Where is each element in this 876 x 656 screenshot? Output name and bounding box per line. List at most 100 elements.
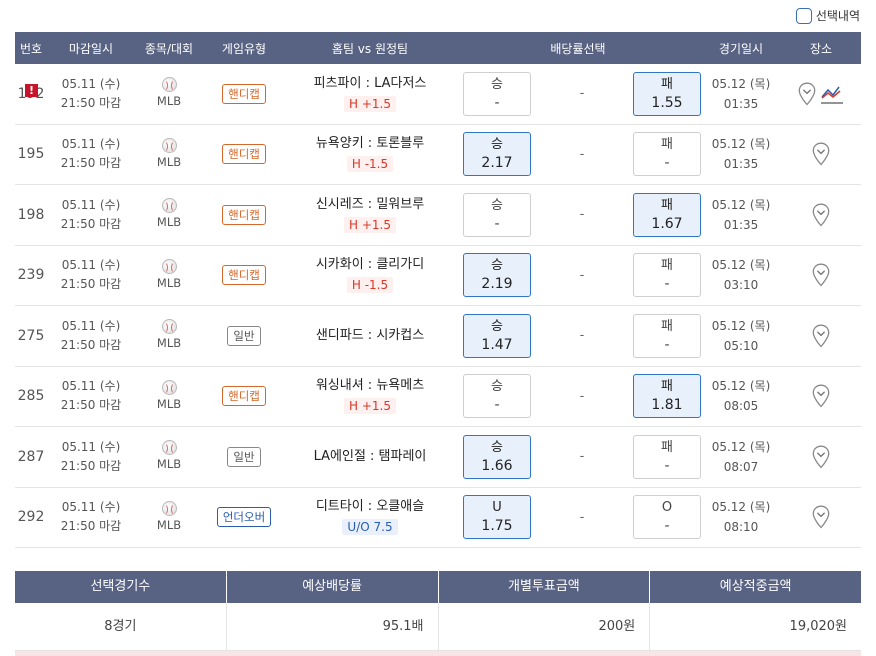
odds-away-button[interactable]: 패 - — [633, 313, 701, 358]
odds-away-button[interactable]: 패 1.55 — [633, 71, 701, 116]
odds-away-button[interactable]: 패 - — [633, 253, 701, 298]
close-date: 05.11 (수) — [61, 500, 121, 515]
odds-home-button[interactable]: U 1.75 — [463, 495, 531, 540]
close-time: 21:50 마감 — [60, 519, 122, 534]
close-time-cell: 05.11 (수) 21:50 마감 — [47, 317, 135, 355]
odds-home-button[interactable]: 승 - — [463, 192, 531, 237]
game-number-cell: 285 — [15, 388, 47, 404]
odds-away-value: - — [664, 276, 670, 293]
odds-away-value: 1.67 — [651, 215, 683, 232]
table-row: 285 05.11 (수) 21:50 마감 MLB 핸디캡 워싱내셔 : 뉴욕… — [15, 367, 861, 427]
league-label: MLB — [156, 336, 182, 351]
odds-home-value: - — [494, 94, 500, 111]
odds-cell: 승 - - 패 1.67 — [455, 192, 701, 237]
odds-away-button[interactable]: 패 1.81 — [633, 374, 701, 419]
odds-away-button[interactable]: O - — [633, 495, 701, 540]
odds-draw: - — [579, 146, 585, 162]
odds-away-button[interactable]: 패 1.67 — [633, 192, 701, 237]
close-time: 21:50 마감 — [60, 398, 122, 413]
odds-away-value: 1.55 — [651, 94, 683, 111]
place-cell — [781, 82, 861, 106]
table-row: 287 05.11 (수) 21:50 마감 MLB 일반 LA에인절 : 탬파… — [15, 427, 861, 488]
odds-away-label: O — [661, 500, 673, 516]
game-type-badge: 핸디캡 — [222, 265, 266, 286]
close-time: 21:50 마감 — [60, 216, 122, 231]
odds-home-button[interactable]: 승 1.66 — [463, 434, 531, 479]
odds-home-value: 2.19 — [481, 276, 513, 293]
header-odds: 배당률선택 — [550, 41, 606, 56]
map-pin-icon[interactable] — [812, 384, 830, 408]
map-pin-icon[interactable] — [812, 445, 830, 469]
odds-away-label: 패 — [661, 318, 673, 334]
match-teams: 신시레즈 : 밀워브루 — [315, 196, 425, 212]
game-number: 275 — [17, 327, 45, 344]
summary-odds: 95.1배 — [227, 603, 439, 650]
game-time: 08:10 — [723, 520, 759, 535]
odds-cell: 승 1.66 - 패 - — [455, 434, 701, 479]
game-date: 05.12 (목) — [711, 76, 771, 91]
map-pin-icon[interactable] — [812, 263, 830, 287]
handicap-label: H +1.5 — [344, 95, 396, 112]
baseball-icon — [161, 77, 177, 93]
place-cell — [781, 203, 861, 227]
odds-home-value: 1.66 — [481, 457, 513, 474]
odds-away-button[interactable]: 패 - — [633, 434, 701, 479]
odds-cell: 승 1.47 - 패 - — [455, 313, 701, 358]
game-number: 198 — [17, 206, 45, 223]
map-pin-icon[interactable] — [812, 505, 830, 529]
game-date-cell: 05.12 (목) 08:10 — [701, 497, 781, 537]
odds-away-value: - — [664, 336, 670, 353]
odds-home-label: 승 — [491, 258, 503, 274]
game-type-badge: 핸디캡 — [222, 144, 266, 165]
map-pin-icon[interactable] — [798, 82, 816, 106]
odds-draw: - — [579, 207, 585, 223]
odds-cell: 승 2.17 - 패 - — [455, 132, 701, 177]
close-date: 05.11 (수) — [61, 379, 121, 394]
game-number-cell: 287 — [15, 449, 47, 465]
game-date-cell: 05.12 (목) 01:35 — [701, 74, 781, 114]
header-type: 게임유형 — [221, 41, 267, 56]
game-time: 05:10 — [723, 338, 759, 353]
close-date: 05.11 (수) — [61, 76, 121, 91]
odds-away-button[interactable]: 패 - — [633, 132, 701, 177]
table-row: 239 05.11 (수) 21:50 마감 MLB 핸디캡 시카화이 : 클리… — [15, 246, 861, 306]
game-number: 292 — [17, 509, 45, 526]
baseball-icon — [161, 440, 177, 456]
game-date: 05.12 (목) — [711, 258, 771, 273]
odds-away-label: 패 — [661, 197, 673, 213]
checkbox-icon[interactable] — [795, 7, 812, 24]
close-date: 05.11 (수) — [61, 439, 121, 454]
place-cell — [781, 505, 861, 529]
map-pin-icon[interactable] — [812, 324, 830, 348]
odds-home-button[interactable]: 승 1.47 — [463, 313, 531, 358]
game-number-cell: ! 192 — [15, 83, 47, 102]
match-cell: 피츠파이 : LA다저스 H +1.5 — [285, 73, 455, 115]
league-label: MLB — [156, 154, 182, 169]
handicap-label: U/O 7.5 — [342, 519, 398, 536]
odds-away-label: 패 — [661, 137, 673, 153]
table-row: 195 05.11 (수) 21:50 마감 MLB 핸디캡 뉴욕양키 : 토론… — [15, 125, 861, 185]
games-table: 번호 마감일시 종목/대회 게임유형 홈팀 vs 원정팀 배당률선택 경기일시 … — [15, 32, 861, 548]
game-type-badge: 일반 — [227, 446, 261, 467]
odds-home-label: 승 — [491, 318, 503, 334]
map-pin-icon[interactable] — [812, 203, 830, 227]
game-date: 05.12 (목) — [711, 197, 771, 212]
trend-chart-icon[interactable] — [820, 83, 844, 105]
odds-home-button[interactable]: 승 2.19 — [463, 253, 531, 298]
sport-cell: MLB — [135, 500, 203, 534]
map-pin-icon[interactable] — [812, 142, 830, 166]
game-number-cell: 239 — [15, 267, 47, 283]
selection-toggle[interactable]: 선택내역 — [795, 7, 860, 24]
league-label: MLB — [156, 275, 182, 290]
baseball-icon — [161, 319, 177, 335]
game-type-badge: 핸디캡 — [222, 386, 266, 407]
match-cell: 워싱내셔 : 뉴욕메츠 H +1.5 — [285, 375, 455, 417]
sport-cell: MLB — [135, 198, 203, 231]
odds-home-button[interactable]: 승 - — [463, 71, 531, 116]
odds-home-button[interactable]: 승 - — [463, 374, 531, 419]
close-date: 05.11 (수) — [61, 197, 121, 212]
game-date-cell: 05.12 (목) 03:10 — [701, 255, 781, 295]
place-cell — [781, 445, 861, 469]
match-cell: 뉴욕양키 : 토론블루 H -1.5 — [285, 133, 455, 175]
odds-home-button[interactable]: 승 2.17 — [463, 132, 531, 177]
